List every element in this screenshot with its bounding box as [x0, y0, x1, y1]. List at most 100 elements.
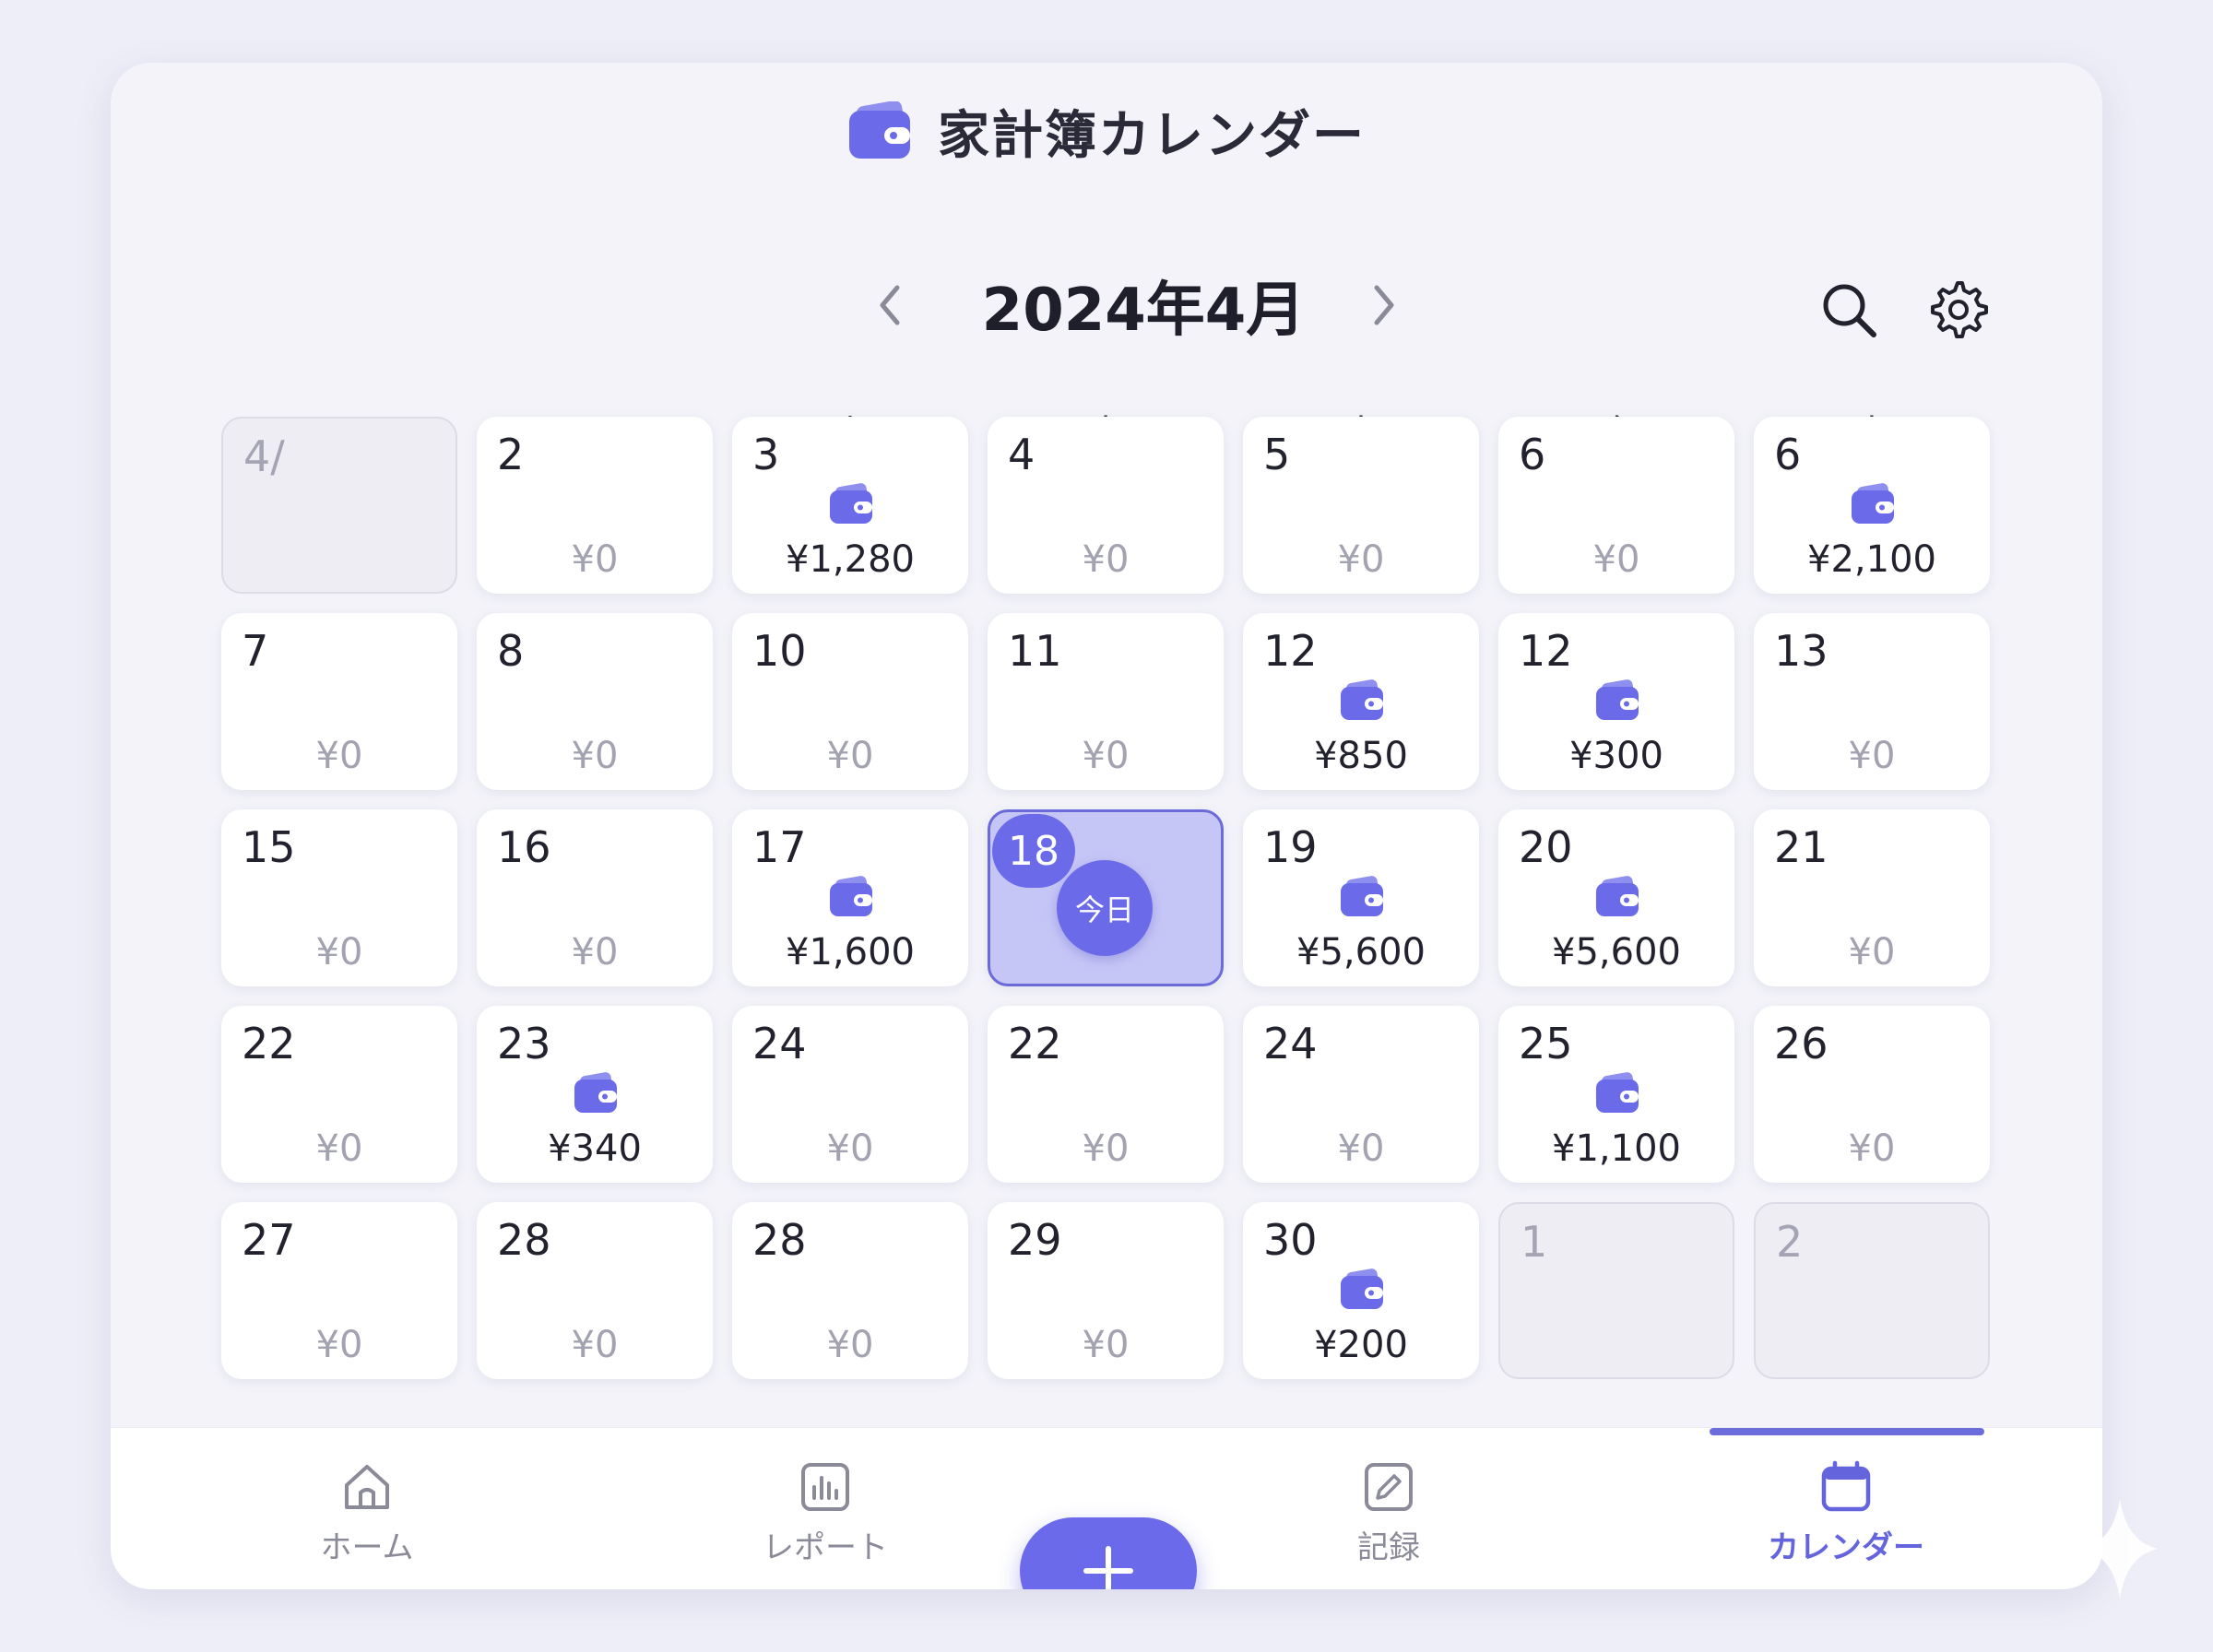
day-cell[interactable]: 10 ¥0 — [732, 613, 968, 790]
day-number: 21 — [1774, 822, 1828, 872]
day-cell[interactable]: 21 ¥0 — [1754, 809, 1990, 986]
settings-button[interactable] — [1925, 277, 1990, 342]
day-cell[interactable]: 4 ¥0 — [988, 417, 1224, 594]
day-number: 27 — [242, 1215, 296, 1265]
day-number: 11 — [1008, 626, 1062, 676]
day-amount: ¥0 — [1848, 735, 1896, 777]
calendar-icon — [1821, 1460, 1871, 1511]
day-amount: ¥850 — [1314, 735, 1408, 777]
app-title: 家計簿カレンダー — [938, 105, 1366, 166]
search-icon — [1823, 284, 1876, 337]
day-number: 17 — [752, 822, 807, 872]
day-number: 7 — [242, 626, 269, 676]
day-cell[interactable]: 15 ¥0 — [221, 809, 457, 986]
day-number: 30 — [1263, 1215, 1318, 1265]
day-amount: ¥0 — [571, 931, 619, 974]
nav-item-record[interactable]: 記録 — [1269, 1428, 1509, 1589]
day-cell[interactable]: 7 ¥0 — [221, 613, 457, 790]
search-button[interactable] — [1817, 277, 1881, 342]
day-amount: ¥0 — [1082, 538, 1130, 581]
gear-icon — [1931, 281, 1988, 338]
add-record-button[interactable] — [1020, 1517, 1197, 1589]
day-cell[interactable]: 20 ¥5,600 — [1498, 809, 1734, 986]
day-amount: ¥200 — [1314, 1324, 1408, 1366]
day-cell[interactable]: 2 ¥0 — [477, 417, 713, 594]
day-cell[interactable]: 24 ¥0 — [1243, 1006, 1479, 1183]
day-cell[interactable]: 3 ¥1,280 — [732, 417, 968, 594]
wallet-icon — [1339, 876, 1385, 918]
day-cell[interactable]: 29 ¥0 — [988, 1202, 1224, 1379]
day-amount: ¥0 — [826, 1324, 874, 1366]
wallet-icon — [828, 876, 874, 918]
day-number: 19 — [1263, 822, 1318, 872]
day-cell[interactable]: 6 ¥2,100 — [1754, 417, 1990, 594]
nav-item-calendar[interactable]: カレンダー — [1726, 1428, 1966, 1589]
day-cell[interactable]: 23 ¥340 — [477, 1006, 713, 1183]
day-number: 2 — [497, 430, 525, 479]
day-number: 28 — [752, 1215, 807, 1265]
home-icon — [345, 1464, 389, 1509]
day-cell[interactable]: 12 ¥850 — [1243, 613, 1479, 790]
nav-label-calendar: カレンダー — [1768, 1528, 1924, 1566]
day-cell[interactable]: 5 ¥0 — [1243, 417, 1479, 594]
day-cell[interactable]: 26 ¥0 — [1754, 1006, 1990, 1183]
day-amount: ¥0 — [826, 1127, 874, 1170]
day-cell[interactable]: 8 ¥0 — [477, 613, 713, 790]
day-amount: ¥5,600 — [1296, 931, 1426, 974]
day-number: 12 — [1519, 626, 1573, 676]
day-cell-today[interactable]: 18 今日 — [988, 809, 1224, 986]
day-cell[interactable]: 16 ¥0 — [477, 809, 713, 986]
day-amount: ¥0 — [1592, 538, 1640, 581]
chart-icon — [801, 1462, 849, 1511]
nav-item-home[interactable]: ホーム — [247, 1428, 487, 1589]
day-cell[interactable]: 25 ¥1,100 — [1498, 1006, 1734, 1183]
day-cell[interactable]: 6 ¥0 — [1498, 417, 1734, 594]
day-cell[interactable]: 12 ¥300 — [1498, 613, 1734, 790]
wallet-icon — [1594, 679, 1640, 722]
wallet-logo-icon — [849, 101, 910, 159]
day-cell[interactable]: 19 ¥5,600 — [1243, 809, 1479, 986]
day-cell[interactable]: 1 — [1498, 1202, 1734, 1379]
day-amount: ¥2,100 — [1807, 538, 1936, 581]
day-number: 1 — [1521, 1217, 1548, 1267]
day-number: 10 — [752, 626, 807, 676]
day-number: 16 — [497, 822, 551, 872]
edit-icon — [1365, 1462, 1413, 1511]
day-number: 6 — [1774, 430, 1802, 479]
day-cell[interactable]: 13 ¥0 — [1754, 613, 1990, 790]
day-cell[interactable]: 17 ¥1,600 — [732, 809, 968, 986]
app-header: 家計簿カレンダー — [111, 85, 2102, 177]
wallet-icon — [1339, 679, 1385, 722]
day-cell[interactable]: 4/ — [221, 417, 457, 594]
day-amount: ¥0 — [1337, 538, 1385, 581]
day-cell[interactable]: 24 ¥0 — [732, 1006, 968, 1183]
day-amount: ¥5,600 — [1552, 931, 1681, 974]
day-cell[interactable]: 27 ¥0 — [221, 1202, 457, 1379]
wallet-icon — [828, 483, 874, 525]
day-amount: ¥1,600 — [786, 931, 915, 974]
month-navigation: 2024年4月 — [111, 254, 2102, 356]
wallet-icon — [1594, 876, 1640, 918]
day-cell[interactable]: 2 — [1754, 1202, 1990, 1379]
day-number: 6 — [1519, 430, 1546, 479]
day-number: 25 — [1519, 1019, 1573, 1068]
day-amount: ¥0 — [1082, 735, 1130, 777]
day-cell[interactable]: 11 ¥0 — [988, 613, 1224, 790]
day-cell[interactable]: 28 ¥0 — [732, 1202, 968, 1379]
day-number: 13 — [1774, 626, 1828, 676]
day-number: 29 — [1008, 1215, 1062, 1265]
day-cell[interactable]: 28 ¥0 — [477, 1202, 713, 1379]
day-cell[interactable]: 22 ¥0 — [221, 1006, 457, 1183]
day-amount: ¥300 — [1569, 735, 1663, 777]
day-amount: ¥0 — [315, 735, 363, 777]
day-number: 12 — [1263, 626, 1318, 676]
day-amount: ¥0 — [1848, 1127, 1896, 1170]
next-month-button[interactable] — [1354, 275, 1414, 336]
nav-item-report[interactable]: レポート — [705, 1428, 945, 1589]
wallet-icon — [1850, 483, 1896, 525]
day-number: 28 — [497, 1215, 551, 1265]
day-cell[interactable]: 30 ¥200 — [1243, 1202, 1479, 1379]
chevron-right-icon — [1374, 285, 1394, 325]
day-cell[interactable]: 22 ¥0 — [988, 1006, 1224, 1183]
day-amount: ¥0 — [571, 1324, 619, 1366]
